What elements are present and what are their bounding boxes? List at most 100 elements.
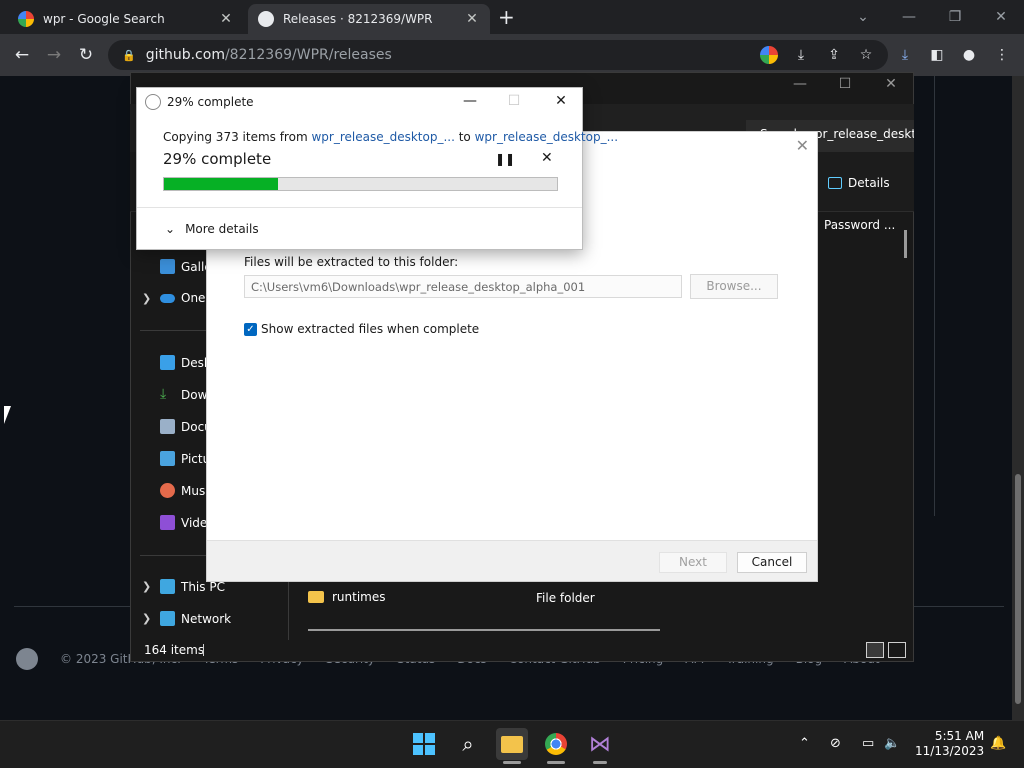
computer-icon bbox=[160, 579, 175, 594]
expand-chevron-icon[interactable]: ❯ bbox=[142, 580, 151, 593]
show-extracted-files-option[interactable]: ✓ Show extracted files when complete bbox=[244, 322, 479, 336]
lock-icon: 🔒 bbox=[122, 48, 136, 62]
reload-icon[interactable]: ↻ bbox=[74, 43, 98, 67]
start-button[interactable] bbox=[408, 728, 440, 760]
share-icon[interactable]: ⇪ bbox=[824, 45, 844, 65]
details-pane-icon bbox=[828, 177, 842, 189]
dialog-title: 29% complete bbox=[167, 95, 254, 109]
file-row-runtimes[interactable]: runtimes bbox=[308, 590, 386, 604]
minimize-icon[interactable]: — bbox=[886, 4, 932, 30]
tray-overflow-chevron-icon[interactable]: ⌃ bbox=[799, 736, 810, 751]
copy-progress-dialog: 29% complete — ☐ ✕ Copying 373 items fro… bbox=[136, 87, 618, 250]
explorer-maximize-icon[interactable]: ☐ bbox=[825, 76, 865, 92]
back-arrow-icon[interactable]: ← bbox=[10, 43, 34, 67]
system-clock[interactable]: 5:51 AM 11/13/2023 bbox=[915, 729, 984, 759]
menu-kebab-icon[interactable]: ⋮ bbox=[992, 45, 1012, 65]
pictures-icon bbox=[160, 451, 175, 466]
clock-date: 11/13/2023 bbox=[915, 744, 985, 758]
show-extracted-files-label: Show extracted files when complete bbox=[261, 322, 480, 336]
chevron-down-icon: ⌄ bbox=[165, 222, 176, 236]
dialog-maximize-icon: ☐ bbox=[507, 93, 521, 109]
column-header-password[interactable]: Password ... bbox=[824, 218, 895, 232]
nav-item-network[interactable]: Network bbox=[160, 611, 231, 626]
taskbar-visual-studio[interactable]: ⋈ bbox=[584, 728, 616, 760]
network-icon bbox=[160, 611, 175, 626]
cancel-button[interactable]: Cancel bbox=[737, 552, 807, 573]
page-scrollbar[interactable] bbox=[1012, 76, 1024, 720]
google-lens-icon[interactable] bbox=[760, 46, 778, 64]
details-label: Details bbox=[848, 176, 890, 190]
nav-pane-splitter[interactable] bbox=[288, 582, 289, 640]
dialog-separator bbox=[137, 207, 582, 208]
details-view-icon[interactable] bbox=[866, 642, 884, 658]
tab-google-search[interactable]: wpr - Google Search ✕ bbox=[8, 4, 244, 34]
next-button[interactable]: Next bbox=[659, 552, 727, 573]
view-toggle-group bbox=[866, 642, 906, 658]
url-host: github.com bbox=[145, 47, 225, 63]
extract-path-field[interactable]: C:\Users\vm6\Downloads\wpr_release_deskt… bbox=[244, 275, 682, 298]
music-icon bbox=[160, 483, 175, 498]
url-path: /8212369/WPR/releases bbox=[224, 47, 392, 63]
explorer-close-icon[interactable]: ✕ bbox=[871, 76, 911, 92]
download-arrow-icon: ⤓ bbox=[160, 386, 167, 402]
github-logo-icon[interactable] bbox=[16, 648, 38, 670]
dialog-titlebar[interactable]: 29% complete — ☐ ✕ bbox=[137, 88, 582, 116]
details-button[interactable]: Details bbox=[828, 176, 890, 190]
tab-title: wpr - Google Search bbox=[43, 12, 165, 26]
new-tab-button[interactable]: + bbox=[498, 5, 515, 29]
destination-folder-link[interactable]: wpr_release_desktop_... bbox=[475, 130, 618, 144]
videos-icon bbox=[160, 515, 175, 530]
close-tab-icon[interactable]: ✕ bbox=[218, 11, 234, 27]
close-window-icon[interactable]: ✕ bbox=[978, 4, 1024, 30]
expand-chevron-icon[interactable]: ❯ bbox=[142, 292, 151, 305]
explorer-vscroll-thumb[interactable] bbox=[904, 230, 907, 258]
dialog-close-icon[interactable]: ✕ bbox=[546, 93, 576, 109]
volume-muted-icon[interactable]: 🔈 bbox=[884, 736, 900, 751]
browse-button[interactable]: Browse... bbox=[690, 274, 778, 299]
taskbar-chrome[interactable] bbox=[540, 728, 572, 760]
search-icon[interactable]: ⌕ bbox=[452, 728, 484, 760]
stop-copy-icon[interactable]: ✕ bbox=[541, 150, 553, 166]
more-details-label: More details bbox=[185, 222, 259, 236]
tiles-view-icon[interactable] bbox=[888, 642, 906, 658]
display-icon[interactable]: ▭ bbox=[862, 736, 874, 751]
pause-icon[interactable]: ❚❚ bbox=[495, 152, 515, 166]
running-indicator bbox=[593, 761, 607, 764]
google-icon bbox=[18, 11, 34, 27]
forward-arrow-icon[interactable]: → bbox=[42, 43, 66, 67]
restore-icon[interactable]: ❐ bbox=[932, 4, 978, 30]
copy-description: Copying 373 items from wpr_release_deskt… bbox=[163, 130, 619, 144]
gallery-icon bbox=[160, 259, 175, 274]
bookmark-star-icon[interactable]: ☆ bbox=[856, 45, 876, 65]
percent-complete-text: 29% complete bbox=[163, 150, 272, 168]
onedrive-icon bbox=[160, 293, 175, 303]
notification-bell-icon[interactable]: 🔔 bbox=[990, 736, 1006, 751]
tab-github-releases[interactable]: Releases · 8212369/WPR ✕ bbox=[248, 4, 490, 34]
progress-clock-icon bbox=[145, 94, 161, 110]
network-off-icon[interactable]: ⊘ bbox=[830, 736, 841, 751]
more-details-toggle[interactable]: ⌄ More details bbox=[165, 222, 259, 236]
taskbar-file-explorer[interactable] bbox=[496, 728, 528, 760]
install-app-icon[interactable]: ⤓ bbox=[791, 45, 811, 65]
dialog-minimize-icon[interactable]: — bbox=[455, 93, 485, 109]
wizard-close-icon[interactable]: ✕ bbox=[796, 136, 809, 155]
checkbox-checked-icon[interactable]: ✓ bbox=[244, 322, 257, 336]
expand-chevron-icon[interactable]: ❯ bbox=[142, 612, 151, 625]
running-indicator bbox=[503, 761, 521, 764]
tab-search-chevron-icon[interactable]: ⌄ bbox=[840, 4, 886, 30]
clock-time: 5:51 AM bbox=[934, 729, 985, 743]
chrome-icon bbox=[545, 733, 567, 755]
downloads-icon[interactable]: ⤓ bbox=[895, 45, 915, 65]
source-folder-link[interactable]: wpr_release_desktop_... bbox=[311, 130, 454, 144]
explorer-hscrollbar[interactable] bbox=[308, 629, 660, 631]
desktop-icon bbox=[160, 355, 175, 370]
extract-destination-label: Files will be extracted to this folder: bbox=[244, 255, 459, 269]
scrollbar-thumb[interactable] bbox=[1015, 474, 1021, 704]
explorer-minimize-icon[interactable]: — bbox=[780, 76, 820, 92]
progress-fill bbox=[164, 178, 278, 190]
profile-icon[interactable]: ● bbox=[959, 45, 979, 65]
close-tab-icon[interactable]: ✕ bbox=[464, 11, 480, 27]
side-panel-icon[interactable]: ◧ bbox=[927, 45, 947, 65]
running-indicator bbox=[547, 761, 565, 764]
file-name: runtimes bbox=[332, 590, 386, 604]
